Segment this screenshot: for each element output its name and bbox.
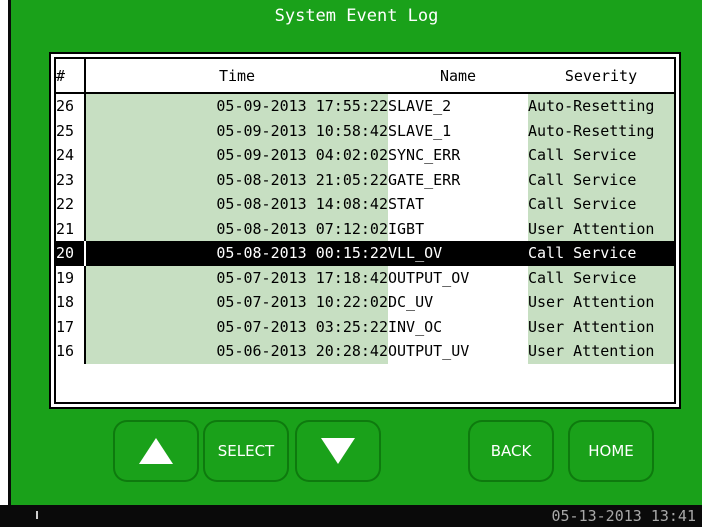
event-log-inner: # Time Name Severity 26 05-09-2013 17:55:… (54, 57, 676, 404)
event-severity: User Attention (528, 339, 674, 364)
event-severity: Auto-Resetting (528, 118, 674, 143)
event-severity: User Attention (528, 314, 674, 339)
home-button[interactable]: HOME (568, 420, 654, 482)
event-name: VLL_OV (388, 241, 528, 266)
table-row[interactable]: 19 05-07-2013 17:18:42 OUTPUT_OV Call Servi… (56, 265, 674, 290)
event-time: 05-08-2013 21:05:22 (85, 167, 388, 192)
event-name: SLAVE_2 (388, 93, 528, 119)
status-indicator (36, 511, 38, 519)
event-number: 16 (56, 339, 86, 364)
column-header-name: Name (388, 59, 528, 94)
table-row[interactable]: 26 05-09-2013 17:55:22 SLAVE_2 Auto-Resetti… (56, 93, 674, 119)
select-button[interactable]: SELECT (203, 420, 289, 482)
event-time: 05-09-2013 10:58:42 (85, 118, 388, 143)
event-name: SLAVE_1 (388, 118, 528, 143)
event-severity: Call Service (528, 265, 674, 290)
event-name: IGBT (388, 216, 528, 241)
table-row[interactable]: 24 05-09-2013 04:02:02 SYNC_ERR Call Servic… (56, 143, 674, 168)
status-bar: 05-13-2013 13:41 (0, 505, 702, 527)
table-row[interactable]: 16 05-06-2013 20:28:42 OUTPUT_UV User Atten… (56, 339, 674, 364)
event-time: 05-07-2013 03:25:22 (85, 314, 388, 339)
table-row[interactable]: 18 05-07-2013 10:22:02 DC_UV User Attention (56, 290, 674, 315)
event-time: 05-08-2013 07:12:02 (85, 216, 388, 241)
event-number: 23 (56, 167, 86, 192)
table-row[interactable]: 17 05-07-2013 03:25:22 INV_OC User Attentio… (56, 314, 674, 339)
event-severity: Call Service (528, 192, 674, 217)
column-header-severity: Severity (528, 59, 674, 94)
event-name: OUTPUT_UV (388, 339, 528, 364)
triangle-down-icon (321, 438, 355, 464)
triangle-up-icon (139, 438, 173, 464)
event-severity: Call Service (528, 143, 674, 168)
event-severity: Call Service (528, 167, 674, 192)
page-title: System Event Log (11, 0, 702, 32)
event-log-panel: # Time Name Severity 26 05-09-2013 17:55:… (49, 52, 681, 409)
event-number: 17 (56, 314, 86, 339)
event-number: 21 (56, 216, 86, 241)
status-clock: 05-13-2013 13:41 (551, 507, 697, 525)
event-time: 05-08-2013 14:08:42 (85, 192, 388, 217)
column-header-time: Time (85, 59, 388, 94)
event-severity: User Attention (528, 216, 674, 241)
event-number: 26 (56, 93, 86, 119)
event-time: 05-07-2013 10:22:02 (85, 290, 388, 315)
event-name: GATE_ERR (388, 167, 528, 192)
scroll-up-button[interactable] (113, 420, 199, 482)
table-header-row: # Time Name Severity (56, 59, 674, 94)
event-name: DC_UV (388, 290, 528, 315)
table-row[interactable]: 20 05-08-2013 00:15:22 VLL_OV Call Service (56, 241, 674, 266)
event-time: 05-08-2013 00:15:22 (85, 241, 388, 266)
event-time: 05-09-2013 04:02:02 (85, 143, 388, 168)
event-name: STAT (388, 192, 528, 217)
event-log-table: # Time Name Severity 26 05-09-2013 17:55:… (56, 59, 674, 364)
table-row[interactable]: 25 05-09-2013 10:58:42 SLAVE_1 Auto-Resetti… (56, 118, 674, 143)
event-time: 05-06-2013 20:28:42 (85, 339, 388, 364)
event-number: 19 (56, 265, 86, 290)
table-row[interactable]: 22 05-08-2013 14:08:42 STAT Call Service (56, 192, 674, 217)
event-severity: Auto-Resetting (528, 93, 674, 119)
table-row[interactable]: 21 05-08-2013 07:12:02 IGBT User Attention (56, 216, 674, 241)
event-number: 24 (56, 143, 86, 168)
table-row[interactable]: 23 05-08-2013 21:05:22 GATE_ERR Call Servic… (56, 167, 674, 192)
event-number: 20 (56, 241, 86, 266)
event-time: 05-07-2013 17:18:42 (85, 265, 388, 290)
event-name: OUTPUT_OV (388, 265, 528, 290)
event-number: 18 (56, 290, 86, 315)
scroll-down-button[interactable] (295, 420, 381, 482)
event-time: 05-09-2013 17:55:22 (85, 93, 388, 119)
event-name: INV_OC (388, 314, 528, 339)
event-name: SYNC_ERR (388, 143, 528, 168)
event-number: 25 (56, 118, 86, 143)
event-severity: Call Service (528, 241, 674, 266)
event-severity: User Attention (528, 290, 674, 315)
column-header-number: # (56, 59, 86, 94)
event-number: 22 (56, 192, 86, 217)
back-button[interactable]: BACK (468, 420, 554, 482)
